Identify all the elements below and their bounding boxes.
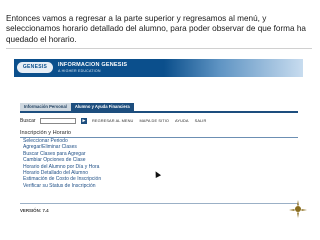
banner-gradient [164, 59, 303, 77]
version-label: VERSIÓN: 7.4 [20, 208, 49, 213]
header-banner: GENESIS INFORMACION GENESIS A HIGHER EDU… [14, 59, 303, 77]
link-ayuda[interactable]: AYUDA [175, 118, 189, 123]
tab-alumno-ayuda-financiera[interactable]: Alumno y Ayuda Financiera [70, 103, 134, 111]
section-title: Inscripción y Horario [20, 130, 71, 136]
mouse-cursor-icon [152, 169, 162, 179]
link-regresar-al-menu[interactable]: REGRESAR AL MENU [92, 118, 133, 123]
registration-menu: Seleccionar Periodo Agregar/Eliminar Cla… [23, 138, 101, 189]
brand-title: INFORMACION GENESIS [58, 62, 128, 68]
corner-flourish-icon [289, 200, 307, 218]
footer-divider [20, 203, 298, 204]
instruction-caption: Entonces vamos a regresar a la parte sup… [6, 14, 306, 44]
tab-underline [20, 111, 298, 113]
search-toolbar: Buscar ► REGRESAR AL MENU MAPA DE SITIO … [20, 117, 298, 126]
main-tabs: Información Personal Alumno y Ayuda Fina… [20, 103, 134, 111]
menu-verificar-status[interactable]: Verificar su Status de Inscripción [23, 183, 101, 189]
go-arrow-icon[interactable]: ► [81, 117, 87, 124]
brand-subtitle: A HIGHER EDUCATION [58, 69, 101, 73]
link-mapa-de-sitio[interactable]: MAPA DE SITIO [139, 118, 169, 123]
genesis-logo[interactable]: GENESIS [17, 62, 53, 73]
link-salir[interactable]: SALIR [195, 118, 207, 123]
search-label: Buscar [20, 118, 36, 124]
tab-informacion-personal[interactable]: Información Personal [20, 103, 71, 111]
menu-estimacion-costo[interactable]: Estimación de Costo de Inscripción [23, 176, 101, 182]
search-input[interactable] [40, 117, 76, 124]
toolbar-links: REGRESAR AL MENU MAPA DE SITIO AYUDA SAL… [92, 118, 206, 123]
browser-screenshot: GENESIS INFORMACION GENESIS A HIGHER EDU… [6, 48, 312, 219]
